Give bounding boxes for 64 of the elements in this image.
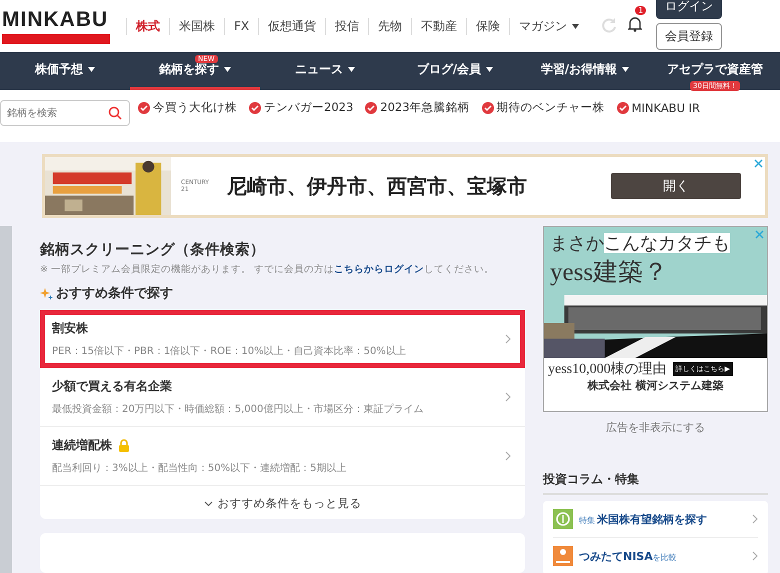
open-button[interactable]: 開く: [611, 173, 741, 199]
register-button[interactable]: 会員登録: [656, 23, 722, 50]
condition-item[interactable]: 連続増配株 配当利回り：3%以上・配当性向：50%以下・連続増配：5期以上: [40, 427, 525, 486]
ad-text: 尼崎市、伊丹市、西宮市、宝塚市: [227, 172, 528, 200]
chevron-icon: [752, 514, 758, 524]
nav-link[interactable]: FX: [224, 18, 258, 34]
chevron-icon: [752, 551, 758, 561]
section-heading: 投資コラム・特集: [543, 471, 768, 495]
nav-link[interactable]: 米国株: [169, 18, 224, 34]
nav-link[interactable]: 株式: [126, 18, 169, 34]
ad-headline: こんなカタチも: [604, 233, 730, 253]
nav-link[interactable]: 保険: [466, 18, 510, 34]
tag-link[interactable]: 今買う大化け株: [138, 100, 237, 115]
condition-title: 少額で買える有名企業: [52, 378, 172, 395]
logo[interactable]: MINKABU: [2, 8, 110, 30]
condition-criteria: PER：15倍以下・PBR：1倍以下・ROE：10%以上・自己資本比率：50%以上: [52, 344, 407, 358]
condition-item[interactable]: 少額で買える有名企業 最低投資金額：20万円以下・時価総額：5,000億円以上・市場区分：東証プライム: [40, 368, 525, 427]
menu-tab[interactable]: 株価予想: [0, 52, 130, 90]
tag-link[interactable]: MINKABU IR: [616, 100, 700, 115]
condition-title: 割安株: [52, 320, 88, 337]
condition-criteria: 最低投資金額：20万円以下・時価総額：5,000億円以上・市場区分：東証プライム: [52, 402, 424, 416]
column-link[interactable]: つみたてNISAを比較: [553, 538, 758, 573]
chevron-icon: [204, 500, 212, 506]
company-name: 株式会社 横河システム建築: [544, 378, 767, 411]
tag-link[interactable]: 期待のベンチャー株: [482, 100, 605, 115]
nav-link[interactable]: マガジン: [509, 18, 588, 34]
ad-headline: yess建築？: [549, 258, 670, 288]
section-heading: おすすめ条件で探す: [56, 285, 173, 302]
check-icon: [138, 102, 150, 114]
menu-tab[interactable]: ブログ/会員: [390, 52, 520, 90]
close-icon[interactable]: [754, 159, 763, 168]
condition-item[interactable]: 割安株 PER：15倍以下・PBR：1倍以下・ROE：10%以上・自己資本比率：50%以上: [40, 310, 525, 368]
nav-link[interactable]: 先物: [368, 18, 412, 34]
menu-tab[interactable]: 学習/お得情報: [520, 52, 650, 90]
nav-link[interactable]: 不動産: [411, 18, 466, 34]
check-icon: [365, 102, 378, 114]
tag-link[interactable]: 2023年急騰銘柄: [365, 100, 470, 115]
chevron-icon: [505, 451, 511, 461]
chevron-icon: [505, 392, 511, 402]
note-text: ※ 一部プレミアム会員限定の機能があります。 すでに会員の方は こちらからログイン してください。: [40, 263, 495, 276]
sparkle-icon: [40, 286, 53, 300]
check-icon: [249, 102, 261, 114]
ad-headline: まさか: [550, 233, 604, 253]
condition-criteria: 配当利回り：3%以上・配当性向：50%以下・連続増配：5期以上: [52, 462, 348, 475]
login-link[interactable]: こちらからログイン: [334, 264, 424, 275]
search-icon[interactable]: [108, 106, 122, 120]
show-more-link[interactable]: おすすめ条件をもっと見る: [40, 486, 525, 511]
notification-badge: 1: [635, 6, 646, 15]
check-icon: [482, 102, 494, 114]
close-icon[interactable]: [755, 230, 764, 239]
hide-ad-link[interactable]: 広告を非表示にする: [543, 420, 768, 435]
search-field[interactable]: 銘柄を検索: [0, 100, 130, 126]
menu-tab[interactable]: ニュース: [260, 52, 390, 90]
check-icon: [616, 102, 629, 114]
bell-icon[interactable]: [628, 16, 642, 32]
chevron-icon: [505, 334, 511, 344]
nav-link[interactable]: 投信: [325, 18, 368, 34]
condition-title: 連続増配株: [52, 437, 112, 454]
tag-link[interactable]: テンバガー2023: [249, 100, 354, 115]
nav-link[interactable]: 仮想通貨: [258, 18, 326, 34]
login-button[interactable]: ログイン: [656, 0, 722, 19]
column-link[interactable]: 特集 米国株有望銘柄を探す: [553, 501, 758, 538]
page-title: 銘柄スクリーニング（条件検索）: [40, 240, 266, 259]
ad-text: yess10,000棟の理由: [548, 360, 667, 378]
